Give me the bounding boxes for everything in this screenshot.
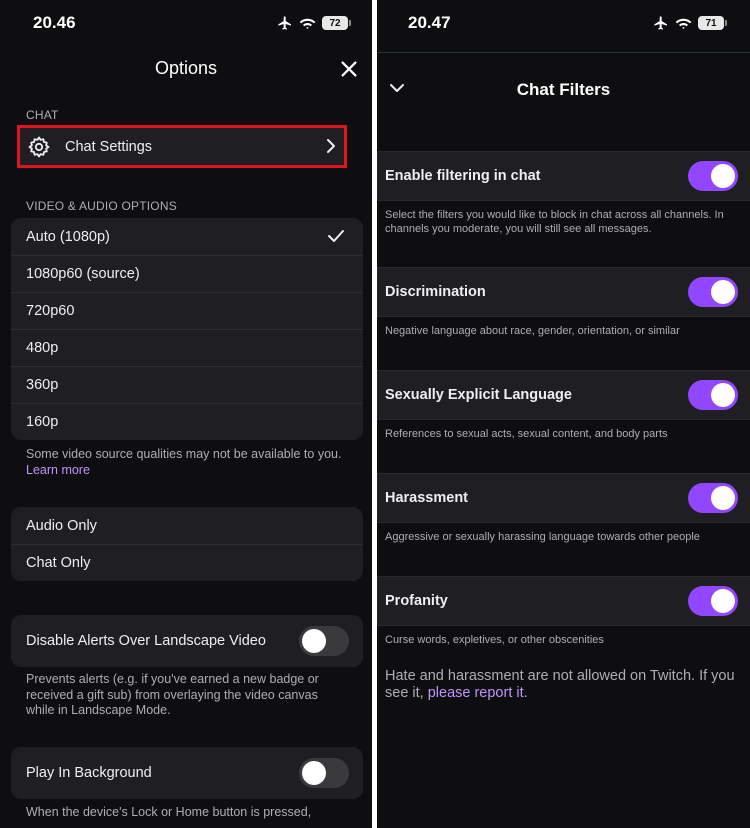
quality-option[interactable]: 360p (11, 366, 363, 403)
policy-note-end: . (523, 685, 528, 701)
quality-label: 480p (26, 340, 59, 356)
chat-filters-screen: 20.47 71 Chat Filters Enable filtering i… (377, 0, 750, 828)
quality-option[interactable]: 720p60 (11, 292, 363, 329)
audio-only-option[interactable]: Audio Only (11, 507, 363, 544)
policy-note: Hate and harassment are not allowed on T… (385, 668, 743, 702)
filter-label: Profanity (385, 593, 448, 609)
harassment-toggle[interactable] (688, 483, 738, 513)
play-background-row: Play In Background (11, 747, 363, 799)
chat-only-label: Chat Only (26, 555, 91, 571)
disable-alerts-description: Prevents alerts (e.g. if you've earned a… (26, 672, 319, 717)
page-title: Options (154, 58, 218, 78)
checkmark-icon (328, 230, 344, 242)
airplane-icon (278, 16, 291, 30)
report-link[interactable]: please report it (428, 685, 524, 701)
toggle-knob (711, 280, 735, 304)
quality-label: 1080p60 (source) (26, 266, 140, 282)
quality-label: Auto (1080p) (26, 228, 110, 245)
toggle-knob (711, 164, 735, 188)
close-icon[interactable] (338, 58, 360, 80)
filter-description: Negative language about race, gender, or… (385, 325, 680, 337)
chevron-right-icon (327, 139, 335, 153)
filter-row-profanity: Profanity (377, 576, 750, 626)
toggle-knob (302, 761, 326, 785)
quality-label: 160p (26, 414, 59, 430)
enable-filtering-description: Select the filters you would like to blo… (385, 209, 724, 235)
battery-icon: 72 (322, 16, 351, 30)
quality-label: 720p60 (26, 303, 75, 319)
toggle-knob (711, 486, 735, 510)
toggle-knob (711, 589, 735, 613)
chat-settings-button[interactable]: Chat Settings (17, 125, 347, 168)
discrimination-toggle[interactable] (688, 277, 738, 307)
toggle-knob (302, 629, 326, 653)
status-icons: 72 (277, 15, 351, 31)
filter-row-harassment: Harassment (377, 473, 750, 523)
filter-row-sexually-explicit: Sexually Explicit Language (377, 370, 750, 420)
divider (377, 52, 750, 53)
disable-alerts-label: Disable Alerts Over Landscape Video (26, 633, 266, 649)
status-time: 20.47 (408, 13, 451, 32)
options-screen: 20.46 72 Options CHAT Chat Settings VIDE… (0, 0, 372, 828)
chat-settings-label: Chat Settings (65, 138, 153, 155)
filter-row-discrimination: Discrimination (377, 267, 750, 317)
quality-label: 360p (26, 377, 59, 393)
filter-label: Sexually Explicit Language (385, 387, 572, 403)
filter-label: Harassment (385, 490, 469, 506)
video-quality-list: Auto (1080p) 1080p60 (source) 720p60 480… (11, 218, 363, 440)
filter-description: Aggressive or sexually harassing languag… (385, 531, 700, 543)
status-icons: 71 (653, 15, 727, 31)
audio-only-label: Audio Only (26, 517, 97, 534)
disable-alerts-row: Disable Alerts Over Landscape Video (11, 615, 363, 667)
quality-option[interactable]: 1080p60 (source) (11, 255, 363, 292)
gear-icon (28, 136, 50, 157)
toggle-knob (711, 383, 735, 407)
page-title: Chat Filters (516, 80, 611, 99)
battery-icon: 71 (698, 16, 727, 30)
quality-option[interactable]: 480p (11, 329, 363, 366)
play-background-description: When the device's Lock or Home button is… (26, 805, 312, 819)
status-time: 20.46 (33, 13, 76, 32)
learn-more-link[interactable]: Learn more (26, 463, 90, 477)
wifi-icon (675, 18, 692, 30)
quality-note: Some video source qualities may not be a… (26, 447, 348, 478)
sexually-explicit-toggle[interactable] (688, 380, 738, 410)
chat-section-label: CHAT (26, 108, 59, 122)
disable-alerts-toggle[interactable] (299, 626, 349, 656)
play-background-label: Play In Background (26, 765, 152, 781)
filter-description: Curse words, expletives, or other obscen… (385, 634, 604, 646)
status-bar: 20.46 72 (0, 0, 372, 48)
profanity-toggle[interactable] (688, 586, 738, 616)
play-background-toggle[interactable] (299, 758, 349, 788)
video-audio-section-label: VIDEO & AUDIO OPTIONS (26, 199, 177, 213)
enable-filtering-toggle[interactable] (688, 161, 738, 191)
filter-description: References to sexual acts, sexual conten… (385, 428, 668, 440)
enable-filtering-label: Enable filtering in chat (385, 168, 541, 184)
airplane-icon (654, 16, 667, 30)
wifi-icon (299, 18, 316, 30)
filter-label: Discrimination (385, 284, 486, 300)
playback-mode-list: Audio Only Chat Only (11, 507, 363, 581)
quality-note-text: Some video source qualities may not be a… (26, 447, 342, 461)
quality-option[interactable]: Auto (1080p) (11, 218, 363, 255)
status-bar: 20.47 71 (377, 0, 750, 48)
chat-only-option[interactable]: Chat Only (11, 544, 363, 581)
enable-filtering-row: Enable filtering in chat (377, 151, 750, 201)
quality-option[interactable]: 160p (11, 403, 363, 440)
